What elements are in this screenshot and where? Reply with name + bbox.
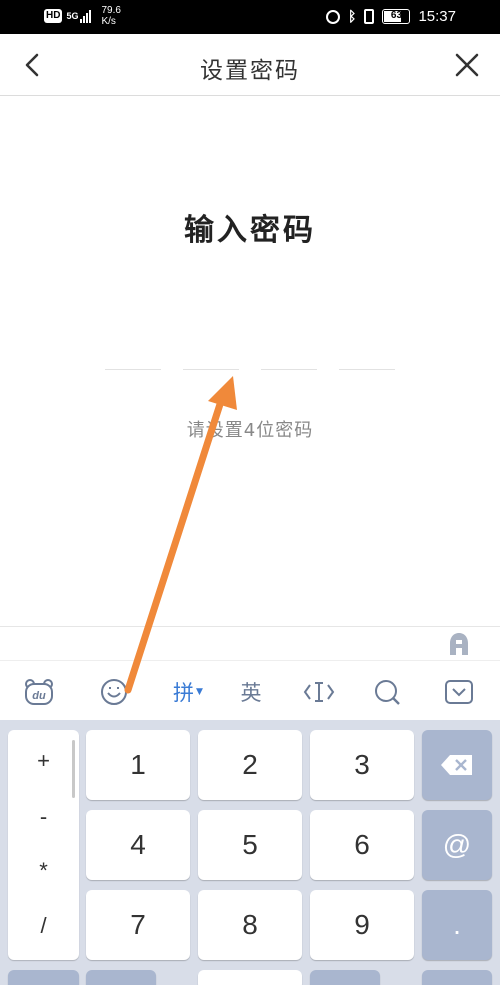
backspace-icon — [441, 755, 472, 775]
key-4[interactable]: 4 — [86, 810, 190, 880]
key-3[interactable]: 3 — [310, 730, 414, 800]
pin-input[interactable] — [105, 369, 395, 371]
password-heading: 输入密码 — [184, 213, 316, 248]
signal-icon — [80, 9, 92, 23]
bottom-key[interactable] — [198, 970, 302, 985]
key-5[interactable]: 5 — [198, 810, 302, 880]
network-speed: 79.6 K/s — [101, 5, 120, 27]
symbol-key[interactable]: * — [8, 858, 79, 884]
page-title: 设置密码 — [200, 58, 300, 84]
alarm-icon — [326, 9, 341, 24]
bottom-key[interactable] — [8, 970, 79, 985]
key-6[interactable]: 6 — [310, 810, 414, 880]
pinyin-mode-label: 拼 — [173, 681, 195, 705]
bluetooth-icon: ᛒ — [348, 8, 357, 25]
symbol-scrollbar[interactable] — [72, 740, 75, 798]
speed-value: 79.6 — [101, 5, 121, 16]
status-bar: HD 5G 79.6 K/s ᛒ 63 15:37 — [0, 0, 500, 34]
symbol-key[interactable]: + — [8, 748, 79, 774]
pin-slot — [339, 369, 395, 370]
vibrate-icon — [364, 9, 375, 24]
pin-slot — [261, 369, 317, 370]
cursor-icon[interactable] — [302, 675, 336, 709]
backspace-key[interactable] — [422, 730, 492, 800]
bottom-key[interactable] — [422, 970, 492, 985]
key-1[interactable]: 1 — [86, 730, 190, 800]
pin-slot — [183, 369, 239, 370]
key-7[interactable]: 7 — [86, 890, 190, 960]
symbol-key[interactable]: - — [8, 804, 79, 830]
clock: 15:37 — [418, 8, 456, 25]
network-type: 5G — [66, 10, 79, 21]
close-icon[interactable] — [452, 50, 482, 80]
symbol-key[interactable]: / — [8, 913, 79, 939]
app-header: 设置密码 — [0, 34, 500, 96]
hide-keyboard-icon[interactable] — [442, 675, 476, 709]
english-mode[interactable]: 英 — [234, 675, 268, 709]
du-bear-icon[interactable]: du — [22, 675, 56, 709]
bottom-key[interactable] — [86, 970, 156, 985]
symbol-column[interactable]: + - * / — [8, 730, 79, 960]
speed-unit: K/s — [101, 16, 116, 27]
key-9[interactable]: 9 — [310, 890, 414, 960]
status-left: HD 5G 79.6 K/s — [44, 5, 121, 27]
battery-level: 63 — [390, 10, 403, 21]
keyboard-top-strip — [0, 626, 500, 660]
battery-icon: 63 — [382, 9, 411, 24]
keyboard-logo-icon[interactable] — [446, 631, 472, 657]
key-2[interactable]: 2 — [198, 730, 302, 800]
dot-key[interactable]: . — [422, 890, 492, 960]
svg-text:du: du — [32, 690, 46, 702]
pin-hint: 请设置4位密码 — [186, 420, 314, 441]
pinyin-mode[interactable]: 拼 ▼ — [168, 675, 208, 709]
key-8[interactable]: 8 — [198, 890, 302, 960]
pin-slot — [105, 369, 161, 370]
emoji-icon[interactable] — [97, 675, 131, 709]
search-icon[interactable] — [370, 675, 404, 709]
keyboard-toolbar: du 拼 ▼ 英 — [0, 660, 500, 720]
status-right: ᛒ 63 15:37 — [326, 8, 456, 25]
bottom-key[interactable] — [310, 970, 380, 985]
english-mode-label: 英 — [240, 681, 262, 705]
hd-badge: HD — [44, 9, 63, 23]
at-key[interactable]: @ — [422, 810, 492, 880]
